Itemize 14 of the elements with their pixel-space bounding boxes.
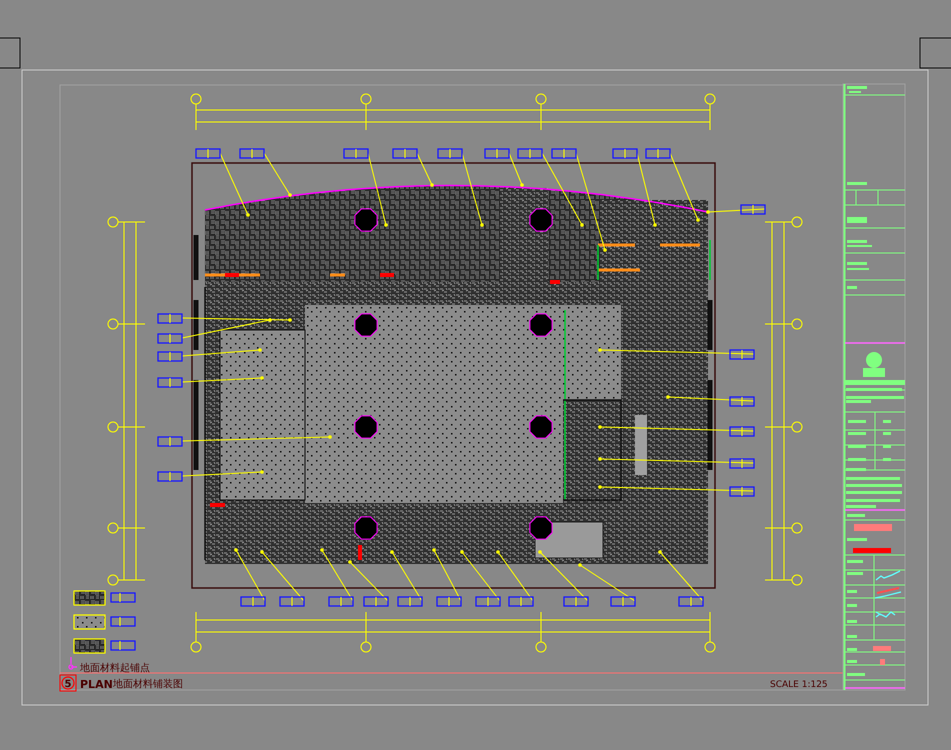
plan-label: PLAN [80,678,113,691]
drawing-title: 地面材料铺装图 [113,679,183,690]
corner-mark [0,38,20,68]
drawing-number-badge: 5 [60,674,76,692]
material-tag-icon [110,592,136,603]
scale-label: SCALE 1:125 [770,680,828,690]
legend-swatch [73,638,106,654]
start-point-note: 地面材料起铺点 [80,663,150,674]
start-point-icon [68,656,78,670]
legend-swatch [73,614,106,630]
legend-swatch [73,590,106,606]
corner-mark [920,38,951,68]
material-tag-icon [110,616,136,627]
material-tag-icon [110,640,136,651]
